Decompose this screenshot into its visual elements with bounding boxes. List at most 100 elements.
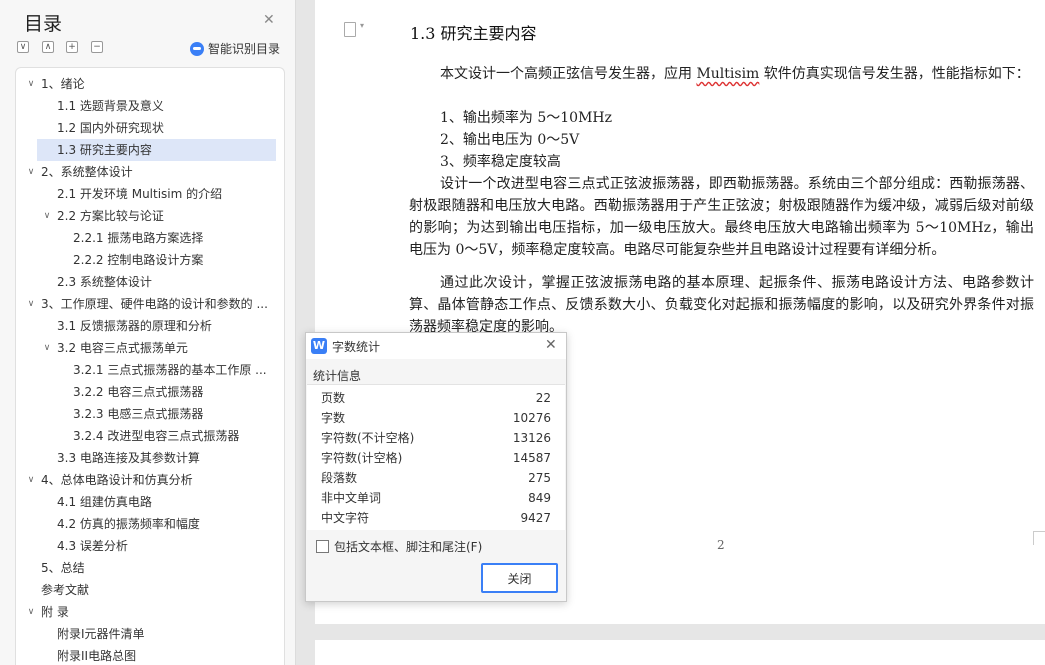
stat-value: 10276: [512, 411, 551, 425]
paragraph-1: 本文设计一个高频正弦信号发生器，应用 Multisim 软件仿真实现信号发生器，…: [440, 66, 1030, 82]
spellcheck-word: Multisim: [696, 66, 760, 82]
toc-item[interactable]: 1、绪论: [41, 73, 278, 95]
section-heading: 1.3 研究主要内容: [410, 24, 537, 43]
stat-label: 页数: [321, 391, 346, 405]
toc-item-label: 2.2.2 控制电路设计方案: [73, 253, 204, 267]
toc-item-label: 3.2.3 电感三点式振荡器: [73, 407, 204, 421]
toc-item-label: 参考文献: [41, 583, 90, 597]
toc-item[interactable]: 附录I元器件清单: [57, 623, 278, 645]
toc-item[interactable]: 2.2.2 控制电路设计方案: [73, 249, 278, 271]
remove-icon[interactable]: −: [91, 41, 103, 53]
toc-item-label: 附录I元器件清单: [57, 627, 145, 641]
toc-item[interactable]: 参考文献: [41, 579, 278, 601]
stat-row: 中文字符 9427: [307, 508, 565, 528]
close-icon[interactable]: ✕: [263, 12, 275, 28]
chevron-down-icon[interactable]: ∨: [25, 474, 37, 486]
toc-item[interactable]: 2.1 开发环境 Multisim 的介绍: [57, 183, 278, 205]
dialog-title: 字数统计: [332, 340, 381, 354]
toc-item[interactable]: 附录II电路总图: [57, 645, 278, 665]
ai-icon: [190, 41, 204, 56]
add-icon[interactable]: +: [66, 41, 78, 53]
stat-value: 14587: [512, 451, 551, 465]
document-icon[interactable]: [344, 21, 364, 37]
paragraph-2: 设计一个改进型电容三点式正弦波振荡器，即西勒振荡器。系统由三个部分组成：西勒振荡…: [409, 176, 1034, 258]
toc-item-label: 4.1 组建仿真电路: [57, 495, 152, 509]
stat-value: 9427: [520, 511, 551, 525]
toc-item-label: 5、总结: [41, 561, 85, 575]
smart-toc-button[interactable]: 智能识别目录: [190, 40, 280, 57]
toc-item-label: 2.1 开发环境 Multisim 的介绍: [57, 187, 223, 201]
chevron-down-icon[interactable]: ∨: [41, 342, 53, 354]
chevron-down-icon[interactable]: ∨: [25, 166, 37, 178]
stat-row: 字数 10276: [307, 408, 565, 428]
include-textbox-checkbox[interactable]: [316, 540, 329, 553]
close-button[interactable]: 关闭: [481, 563, 558, 593]
toc-item-label: 3.2 电容三点式振荡单元: [57, 341, 188, 355]
chevron-down-icon[interactable]: ∨: [25, 78, 37, 90]
toc-item[interactable]: 2.3 系统整体设计: [57, 271, 278, 293]
app-logo-icon: W: [311, 338, 327, 354]
stat-row: 非中文单词 849: [307, 488, 565, 508]
toc-item-label: 3.2.4 改进型电容三点式振荡器: [73, 429, 240, 443]
toc-item[interactable]: 3、工作原理、硬件电路的设计和参数的 ...: [41, 293, 278, 315]
toc-item[interactable]: 1.2 国内外研究现状: [57, 117, 278, 139]
toc-item-label: 4、总体电路设计和仿真分析: [41, 473, 193, 487]
toc-item[interactable]: 3.2.2 电容三点式振荡器: [73, 381, 278, 403]
toc-item[interactable]: 2.2.1 振荡电路方案选择: [73, 227, 278, 249]
toc-item[interactable]: 2.2 方案比较与论证: [57, 205, 278, 227]
toc-item-label: 2.3 系统整体设计: [57, 275, 152, 289]
toc-title: 目录: [24, 13, 63, 35]
toc-item[interactable]: 4.1 组建仿真电路: [57, 491, 278, 513]
chevron-down-icon[interactable]: ∨: [41, 210, 53, 222]
toc-item[interactable]: 5、总结: [41, 557, 278, 579]
page-corner-mark: [1033, 531, 1045, 545]
toc-item-label: 3、工作原理、硬件电路的设计和参数的 ...: [41, 297, 268, 311]
expand-all-icon[interactable]: ∧: [42, 41, 54, 53]
toc-item-label: 3.1 反馈振荡器的原理和分析: [57, 319, 212, 333]
toc-item[interactable]: 1.1 选题背景及意义: [57, 95, 278, 117]
stat-label: 字数: [321, 411, 346, 425]
toc-item-label: 1.1 选题背景及意义: [57, 99, 164, 113]
stat-label: 中文字符: [321, 511, 370, 525]
include-textbox-label[interactable]: 包括文本框、脚注和尾注(F): [334, 538, 482, 555]
smart-toc-label: 智能识别目录: [208, 42, 281, 56]
next-page: [315, 640, 1045, 665]
toc-item[interactable]: 1.3 研究主要内容: [37, 139, 276, 161]
toc-item-label: 2、系统整体设计: [41, 165, 133, 179]
list-item: 2、输出电压为 0～5V: [440, 132, 580, 148]
stats-table: 页数 22 字数 10276 字符数(不计空格) 13126 字符数(计空格) 14587 段落…: [307, 384, 565, 530]
stat-value: 849: [528, 491, 551, 505]
stat-row: 字符数(计空格) 14587: [307, 448, 565, 468]
list-item: 3、频率稳定度较高: [440, 154, 561, 170]
toc-item-label: 附 录: [41, 605, 69, 619]
toc-item[interactable]: 3.2.4 改进型电容三点式振荡器: [73, 425, 278, 447]
chevron-down-icon[interactable]: ∨: [25, 298, 37, 310]
stat-value: 13126: [512, 431, 551, 445]
toc-item-label: 1.2 国内外研究现状: [57, 121, 164, 135]
collapse-all-icon[interactable]: ∨: [17, 41, 29, 53]
list-item: 1、输出频率为 5～10MHz: [440, 110, 612, 126]
toc-item[interactable]: 4.2 仿真的振荡频率和幅度: [57, 513, 278, 535]
toc-item[interactable]: 4、总体电路设计和仿真分析: [41, 469, 278, 491]
stat-row: 页数 22: [307, 388, 565, 408]
toc-item-label: 1.3 研究主要内容: [57, 143, 152, 157]
toc-item[interactable]: 3.2.3 电感三点式振荡器: [73, 403, 278, 425]
toc-item[interactable]: 3.2.1 三点式振荡器的基本工作原 ...: [73, 359, 278, 381]
stat-row: 段落数 275: [307, 468, 565, 488]
chevron-down-icon[interactable]: ∨: [25, 606, 37, 618]
toc-item[interactable]: 附 录: [41, 601, 278, 623]
toc-item[interactable]: 3.2 电容三点式振荡单元: [57, 337, 278, 359]
toc-item[interactable]: 3.1 反馈振荡器的原理和分析: [57, 315, 278, 337]
page-number: 2: [717, 538, 725, 552]
toc-item-label: 4.2 仿真的振荡频率和幅度: [57, 517, 200, 531]
dialog-titlebar[interactable]: W 字数统计 ✕: [306, 333, 566, 359]
close-icon[interactable]: ✕: [545, 337, 557, 353]
word-count-dialog: W 字数统计 ✕ 统计信息 页数 22 字数 10276 字符数(不计空格) 13126 字…: [305, 332, 567, 602]
toc-item-label: 3.2.2 电容三点式振荡器: [73, 385, 204, 399]
toc-item[interactable]: 2、系统整体设计: [41, 161, 278, 183]
stat-label: 段落数: [321, 471, 358, 485]
toc-item-label: 2.2.1 振荡电路方案选择: [73, 231, 204, 245]
toc-item[interactable]: 3.3 电路连接及其参数计算: [57, 447, 278, 469]
toc-item[interactable]: 4.3 误差分析: [57, 535, 278, 557]
toc-item-label: 2.2 方案比较与论证: [57, 209, 164, 223]
